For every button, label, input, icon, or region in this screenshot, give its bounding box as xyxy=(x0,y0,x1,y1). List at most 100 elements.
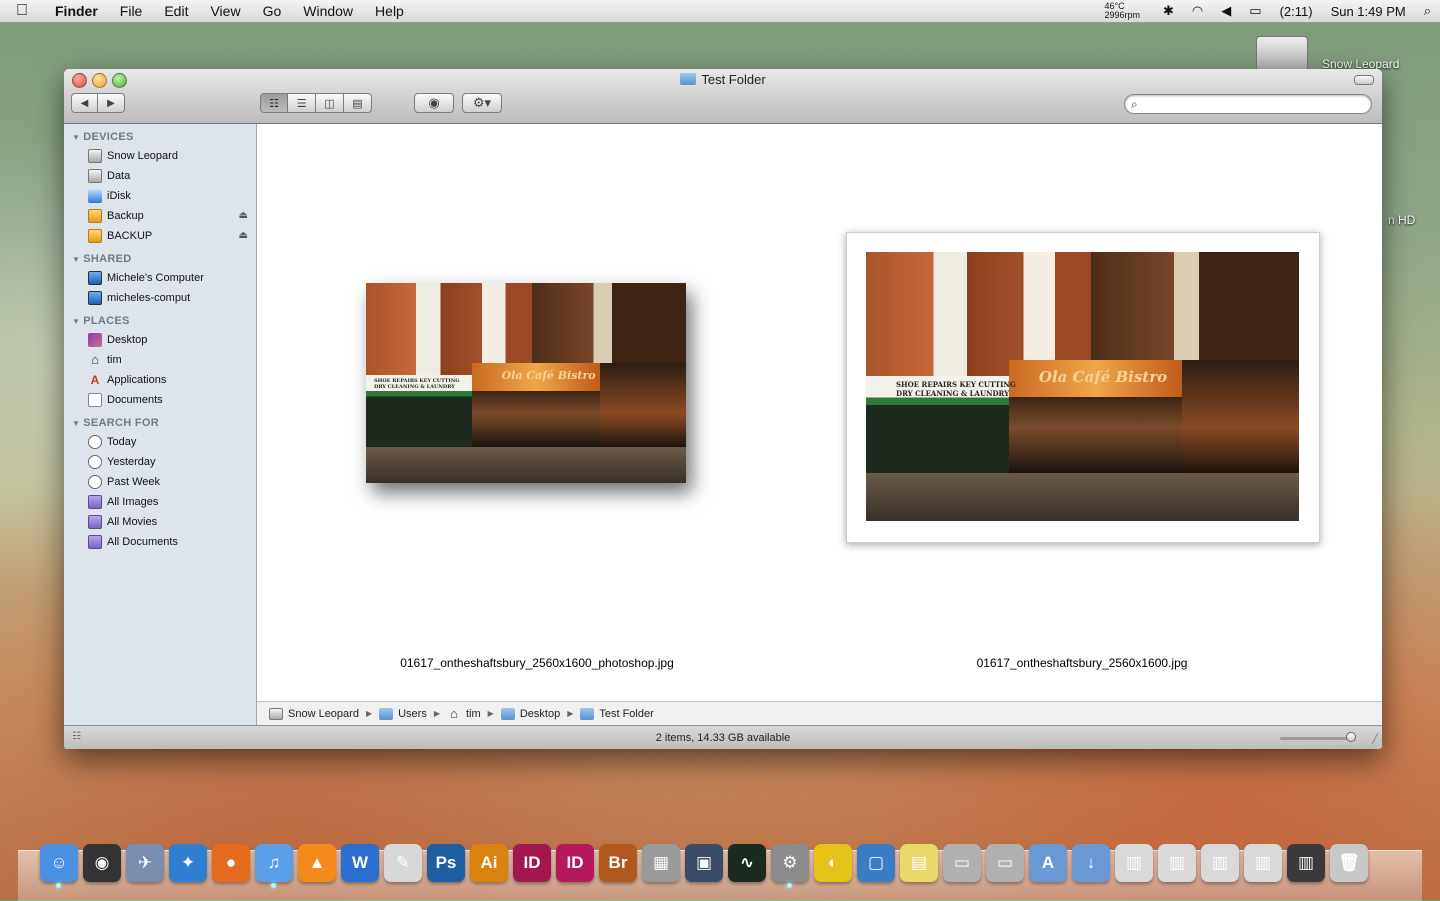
menu-window[interactable]: Window xyxy=(292,3,364,19)
sidebar-item-micheles-comput[interactable]: micheles-comput xyxy=(64,288,256,308)
dock-item-illustrator[interactable]: Ai xyxy=(470,844,508,882)
dock-item-calculator[interactable]: ▦ xyxy=(642,844,680,882)
volume-icon[interactable]: ◀ xyxy=(1221,3,1231,19)
dock-item-downloads-folder[interactable]: ↓ xyxy=(1072,844,1110,882)
file-icon-view[interactable]: Ola Café Bistro SHOE REPAIRS KEY CUTTING… xyxy=(257,124,1382,701)
coverflow-view-button[interactable]: ▤ xyxy=(344,93,372,113)
dock-item-mail[interactable]: ✈ xyxy=(126,844,164,882)
icon-view-button[interactable]: ☷ xyxy=(260,93,288,113)
sidebar-item-backup-2[interactable]: BACKUP ⏏ xyxy=(64,226,256,246)
dock-item-dashboard[interactable]: ◉ xyxy=(83,844,121,882)
sidebar-item-desktop[interactable]: Desktop xyxy=(64,330,256,350)
path-item-desktop[interactable]: Desktop xyxy=(500,707,560,720)
sidebar-section-search-for[interactable]: ▼ SEARCH FOR xyxy=(72,414,256,432)
dock-item-window2[interactable]: ▥ xyxy=(1158,844,1196,882)
dock-item-applications-folder[interactable]: A xyxy=(1029,844,1067,882)
dock-item-window1[interactable]: ▥ xyxy=(1115,844,1153,882)
sidebar-item-micheles-computer[interactable]: Michele's Computer xyxy=(64,268,256,288)
dock-item-vlc[interactable]: ▲ xyxy=(298,844,336,882)
file-thumbnail-original[interactable]: Ola Café Bistro SHOE REPAIRS KEY CUTTING… xyxy=(866,252,1299,521)
dock-item-trash[interactable]: 🗑 xyxy=(1330,844,1368,882)
menu-file[interactable]: File xyxy=(109,3,154,19)
dock-item-photoshop[interactable]: Ps xyxy=(427,844,465,882)
spotlight-icon[interactable]: ⌕ xyxy=(1424,3,1431,19)
desktop-disk2-label[interactable]: n HD xyxy=(1388,213,1415,227)
sidebar-item-past-week[interactable]: Past Week xyxy=(64,472,256,492)
sidebar-item-documents[interactable]: Documents xyxy=(64,390,256,410)
disclosure-triangle-icon[interactable]: ▼ xyxy=(72,255,80,264)
bluetooth-icon[interactable]: ✱ xyxy=(1163,3,1174,19)
sidebar-item-home[interactable]: ⌂ tim xyxy=(64,350,256,370)
title-bar[interactable]: Test Folder ◀ ▶ ☷ ☰ ◫ ▤ ◉ ⚙▾ ⌕ xyxy=(64,69,1382,124)
list-view-button[interactable]: ☰ xyxy=(288,93,316,113)
file-name-label[interactable]: 01617_ontheshaftsbury_2560x1600.jpg xyxy=(802,656,1362,670)
icon-size-slider-track[interactable] xyxy=(1280,737,1350,740)
sidebar-item-today[interactable]: Today xyxy=(64,432,256,452)
disclosure-triangle-icon[interactable]: ▼ xyxy=(72,317,80,326)
column-view-button[interactable]: ◫ xyxy=(316,93,344,113)
dock-item-window3[interactable]: ▥ xyxy=(1201,844,1239,882)
disclosure-triangle-icon[interactable]: ▼ xyxy=(72,133,80,142)
quick-look-button[interactable]: ◉ xyxy=(414,93,454,113)
dock-item-disk1[interactable]: ▭ xyxy=(943,844,981,882)
file-thumbnail-frame[interactable]: Ola Café Bistro SHOE REPAIRS KEY CUTTING… xyxy=(846,232,1320,543)
icon-size-slider-handle[interactable] xyxy=(1346,732,1356,742)
battery-time[interactable]: (2:11) xyxy=(1280,4,1313,19)
sidebar-section-shared[interactable]: ▼ SHARED xyxy=(72,250,256,268)
sidebar-item-all-movies[interactable]: All Movies xyxy=(64,512,256,532)
dock-item-spaces[interactable]: ▣ xyxy=(685,844,723,882)
menu-help[interactable]: Help xyxy=(364,3,415,19)
menu-go[interactable]: Go xyxy=(252,3,293,19)
dock-item-disk2[interactable]: ▭ xyxy=(986,844,1024,882)
action-menu-button[interactable]: ⚙▾ xyxy=(462,93,502,113)
dock-item-activity-monitor[interactable]: ∿ xyxy=(728,844,766,882)
sidebar-item-applications[interactable]: A Applications xyxy=(64,370,256,390)
path-item-snow-leopard[interactable]: Snow Leopard xyxy=(269,707,359,720)
dock-item-firefox[interactable]: ● xyxy=(212,844,250,882)
toolbar-toggle-button[interactable] xyxy=(1354,75,1374,85)
sidebar-item-snow-leopard[interactable]: Snow Leopard xyxy=(64,146,256,166)
dock-item-cyberduck[interactable]: ◐ xyxy=(814,844,852,882)
dock-item-window5[interactable]: ▥ xyxy=(1287,844,1325,882)
dock-item-bridge[interactable]: Br xyxy=(599,844,637,882)
dock-item-indesign2[interactable]: ID xyxy=(556,844,594,882)
sidebar-section-places[interactable]: ▼ PLACES xyxy=(72,312,256,330)
dock-item-system-preferences[interactable]: ⚙ xyxy=(771,844,809,888)
dock-item-indesign[interactable]: ID xyxy=(513,844,551,882)
dock-item-itunes[interactable]: ♫ xyxy=(255,844,293,888)
dock-item-window4[interactable]: ▥ xyxy=(1244,844,1282,882)
apple-menu-icon[interactable]:  xyxy=(0,2,44,20)
dock-item-stickies[interactable]: ▤ xyxy=(900,844,938,882)
menu-clock[interactable]: Sun 1:49 PM xyxy=(1331,4,1406,19)
sidebar-item-all-documents[interactable]: All Documents xyxy=(64,532,256,552)
dock-item-finder[interactable]: ☺ xyxy=(40,844,78,888)
battery-icon[interactable]: ▭ xyxy=(1249,3,1261,19)
dock-item-virtualbox[interactable]: ▢ xyxy=(857,844,895,882)
path-item-test-folder[interactable]: Test Folder xyxy=(580,707,654,720)
sidebar-item-backup[interactable]: Backup ⏏ xyxy=(64,206,256,226)
search-field[interactable]: ⌕ xyxy=(1124,94,1372,114)
path-item-users[interactable]: Users xyxy=(379,707,427,720)
file-thumbnail-photoshop[interactable]: Ola Café Bistro SHOE REPAIRS KEY CUTTING… xyxy=(366,283,686,483)
dock-item-word[interactable]: W xyxy=(341,844,379,882)
back-button[interactable]: ◀ xyxy=(71,93,98,113)
window-resize-grip-icon[interactable]: ╱ xyxy=(1372,734,1378,745)
file-name-label[interactable]: 01617_ontheshaftsbury_2560x1600_photosho… xyxy=(257,656,817,670)
menu-view[interactable]: View xyxy=(199,3,251,19)
disclosure-triangle-icon[interactable]: ▼ xyxy=(72,419,80,428)
sidebar-item-all-images[interactable]: All Images xyxy=(64,492,256,512)
search-input[interactable] xyxy=(1141,96,1371,112)
forward-button[interactable]: ▶ xyxy=(98,93,125,113)
sidebar-item-data[interactable]: Data xyxy=(64,166,256,186)
menu-app-finder[interactable]: Finder xyxy=(44,3,109,19)
sidebar-section-devices[interactable]: ▼ DEVICES xyxy=(72,128,256,146)
menu-edit[interactable]: Edit xyxy=(153,3,199,19)
temperature-readout[interactable]: 46°C 2996rpm xyxy=(1104,2,1140,20)
eject-icon[interactable]: ⏏ xyxy=(239,206,248,226)
dock-item-textedit[interactable]: ✎ xyxy=(384,844,422,882)
eject-icon[interactable]: ⏏ xyxy=(239,226,248,246)
dock-item-safari[interactable]: ✦ xyxy=(169,844,207,882)
sidebar-item-idisk[interactable]: iDisk xyxy=(64,186,256,206)
sidebar-item-yesterday[interactable]: Yesterday xyxy=(64,452,256,472)
wifi-icon[interactable]: ◠ xyxy=(1192,3,1203,19)
